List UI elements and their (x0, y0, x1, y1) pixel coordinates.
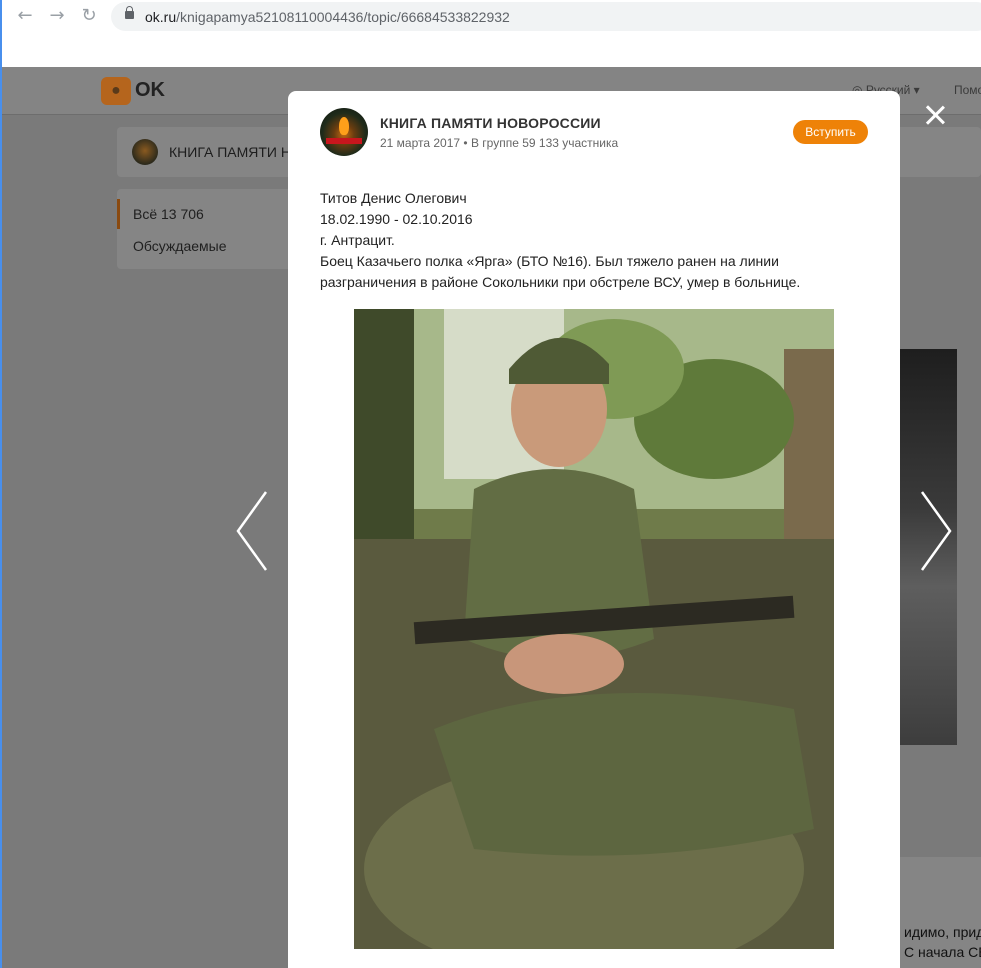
group-name[interactable]: КНИГА ПАМЯТИ Н (169, 144, 291, 160)
post-photo[interactable] (354, 309, 834, 949)
prev-arrow-icon[interactable] (236, 490, 270, 572)
back-icon[interactable]: ← (14, 5, 36, 27)
close-icon[interactable] (922, 102, 948, 128)
menu-item-discussed[interactable]: Обсуждаемые (133, 238, 227, 254)
browser-toolbar: ← → ↻ ok.ru/knigapamya52108110004436/top… (0, 0, 981, 67)
active-indicator (117, 199, 120, 229)
url-text: ok.ru/knigapamya52108110004436/topic/666… (145, 9, 510, 25)
side-menu: Всё 13 706 Обсуждаемые (117, 189, 297, 269)
reload-icon[interactable]: ↻ (78, 5, 100, 27)
avatar-ribbon (326, 138, 362, 144)
post-line: Боец Казачьего полка «Ярга» (БТО №16). Б… (320, 253, 779, 269)
ok-logo-icon[interactable]: ● (101, 77, 131, 105)
group-avatar[interactable] (132, 139, 158, 165)
group-title[interactable]: КНИГА ПАМЯТИ НОВОРОССИИ (380, 115, 601, 131)
address-bar[interactable]: ok.ru/knigapamya52108110004436/topic/666… (111, 2, 981, 31)
post-line: разграничения в районе Сокольники при об… (320, 274, 801, 290)
ok-logo-text[interactable]: OK (135, 79, 165, 102)
post-line: Титов Денис Олегович (320, 190, 467, 206)
join-button[interactable]: Вступить (793, 120, 868, 144)
help-link[interactable]: Помо (954, 83, 981, 97)
post-line: г. Антрацит. (320, 232, 395, 248)
menu-item-all[interactable]: Всё 13 706 (133, 206, 204, 222)
post-text: Титов Денис Олегович 18.02.1990 - 02.10.… (320, 188, 880, 293)
soldier-photo-illustration (354, 309, 834, 949)
flame-icon (339, 117, 349, 135)
lock-icon (125, 6, 134, 19)
next-arrow-icon[interactable] (918, 490, 952, 572)
forward-icon[interactable]: → (46, 5, 68, 27)
group-avatar[interactable] (320, 108, 368, 156)
background-text: идимо, прид (904, 924, 981, 940)
post-line: 18.02.1990 - 02.10.2016 (320, 211, 473, 227)
post-modal: КНИГА ПАМЯТИ НОВОРОССИИ 21 марта 2017 • … (288, 91, 900, 968)
background-text: С начала СВ (904, 944, 981, 960)
post-meta: 21 марта 2017 • В группе 59 133 участник… (380, 136, 619, 150)
